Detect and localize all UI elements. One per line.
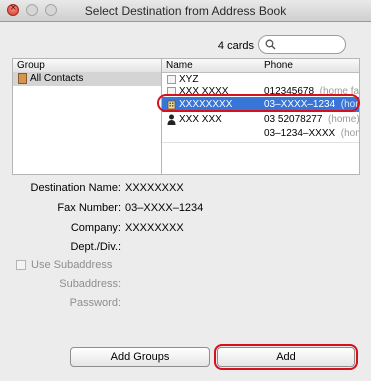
group-column-header[interactable]: Group bbox=[13, 59, 161, 73]
group-list[interactable]: Group All Contacts bbox=[12, 58, 161, 175]
use-subaddress-label: Use Subaddress bbox=[31, 259, 113, 271]
use-subaddress-checkbox[interactable] bbox=[16, 260, 26, 270]
address-book-window: Select Destination from Address Book 4 c… bbox=[0, 0, 371, 381]
company-value: XXXXXXXX bbox=[125, 222, 184, 234]
add-groups-button[interactable]: Add Groups bbox=[70, 347, 210, 367]
list-divider bbox=[162, 142, 359, 143]
group-item-label: All Contacts bbox=[30, 73, 84, 84]
card-phone: 03 52078277 (home) bbox=[264, 112, 359, 127]
contact-card-icon bbox=[167, 75, 176, 84]
group-item-all-contacts[interactable]: All Contacts bbox=[13, 72, 161, 86]
search-icon bbox=[265, 39, 276, 50]
dept-label: Dept./Div.: bbox=[70, 241, 121, 253]
phone-type-label: (home) bbox=[327, 114, 359, 125]
card-list[interactable]: Name Phone XYZ XXX XXXX 012345678 (home … bbox=[161, 58, 360, 175]
card-row[interactable]: XXX XXX 03 52078277 (home) bbox=[162, 112, 359, 127]
subaddress-label: Subaddress: bbox=[59, 278, 121, 290]
destination-name-label: Destination Name: bbox=[30, 182, 122, 194]
selected-card-highlight bbox=[157, 94, 360, 112]
card-phone: 03–1234–XXXX (hom bbox=[264, 126, 359, 141]
destination-name-value: XXXXXXXX bbox=[125, 182, 184, 194]
window-title: Select Destination from Address Book bbox=[84, 4, 287, 18]
card-count: 4 cards bbox=[217, 40, 254, 52]
phone-column-header[interactable]: Phone bbox=[264, 59, 293, 72]
phone-number: 03 52078277 bbox=[264, 114, 323, 125]
fax-number-value: 03–XXXX–1234 bbox=[125, 202, 204, 214]
phone-number: 03–1234–XXXX bbox=[264, 128, 336, 139]
fax-number-label: Fax Number: bbox=[57, 202, 121, 214]
company-label: Company: bbox=[70, 222, 121, 234]
card-list-header: Name Phone bbox=[162, 59, 359, 73]
card-name: XXX XXX bbox=[179, 114, 222, 125]
phone-type-label: (hom bbox=[340, 128, 359, 139]
person-icon bbox=[167, 114, 176, 125]
password-label: Password: bbox=[69, 297, 121, 309]
card-row-continued[interactable]: 03–1234–XXXX (hom bbox=[162, 126, 359, 141]
search-field[interactable] bbox=[258, 35, 346, 54]
add-button-highlight bbox=[214, 344, 358, 370]
address-book-icon bbox=[18, 73, 27, 84]
name-column-header[interactable]: Name bbox=[166, 59, 193, 72]
title-bar: Select Destination from Address Book bbox=[0, 0, 371, 22]
